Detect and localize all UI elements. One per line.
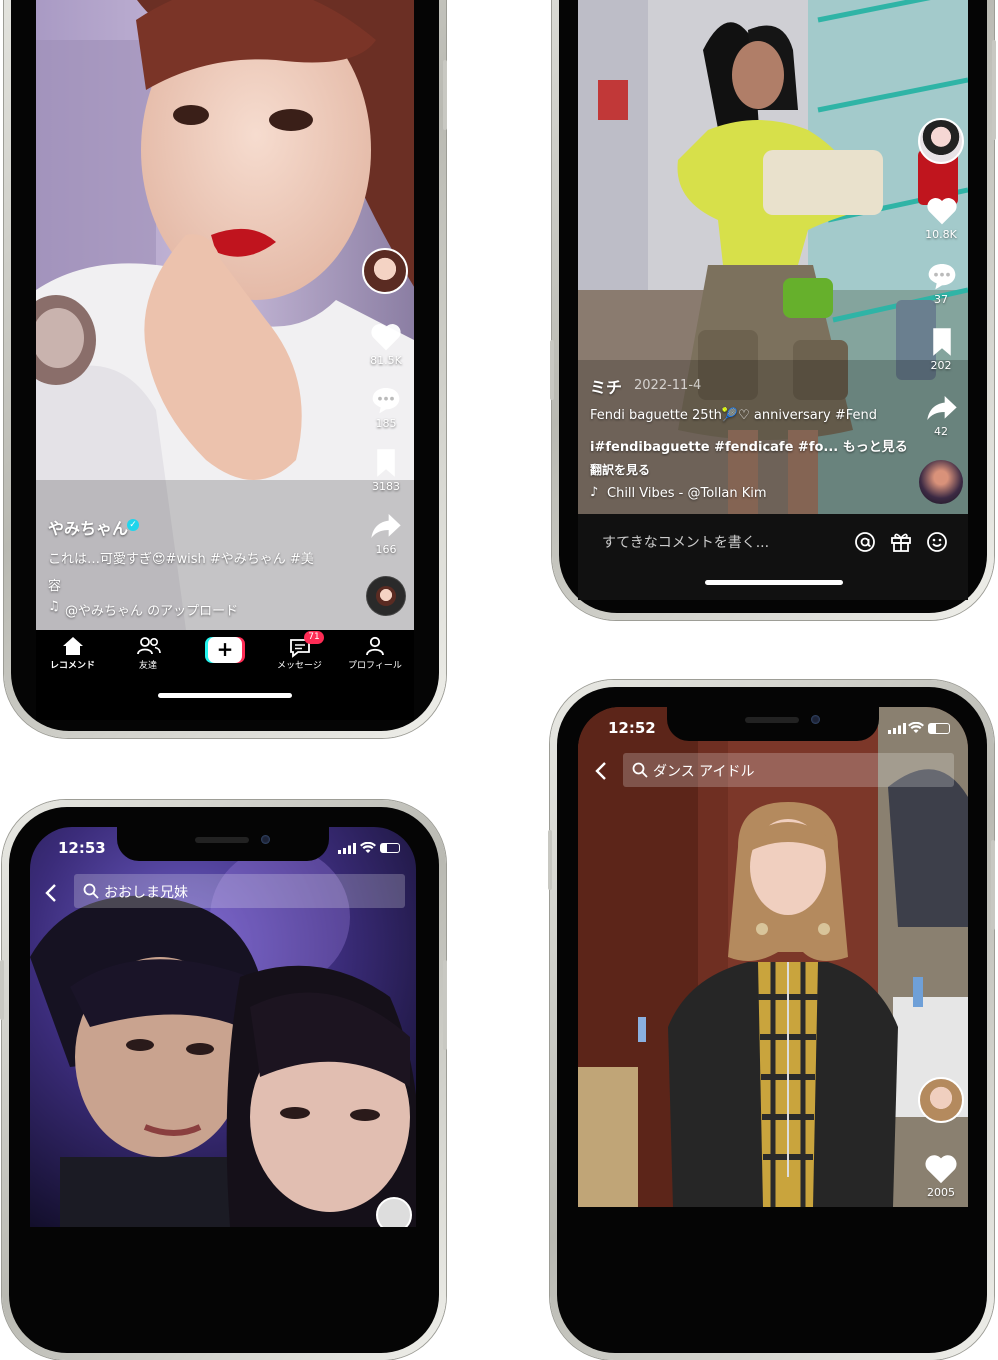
- nav-label-friends[interactable]: 友達: [139, 658, 157, 671]
- like-heart-icon[interactable]: [370, 322, 402, 352]
- friends-icon[interactable]: [137, 636, 161, 656]
- music-note-icon: ♫: [48, 599, 60, 614]
- creator-avatar[interactable]: [362, 248, 408, 294]
- home-indicator: [158, 693, 292, 698]
- messages-badge: 71: [304, 631, 324, 644]
- phone4-screen: 12:52 ダンス アイドル 2005: [578, 707, 968, 1207]
- nav-label-profile[interactable]: プロフィール: [348, 658, 402, 671]
- comment-count: 37: [934, 293, 948, 306]
- nav-label-home[interactable]: レコメンド: [50, 658, 95, 671]
- phone2-screen: 10.8K 37 202 42 ミチ 2022-11-4 Fendi bague…: [578, 0, 968, 514]
- search-query[interactable]: おおしま兄妹: [104, 882, 188, 902]
- creator-avatar[interactable]: [918, 1077, 964, 1123]
- sound-name[interactable]: @やみちゃん のアップロード: [65, 600, 238, 619]
- caption-line-2: 容: [48, 579, 62, 594]
- search-bar[interactable]: ダンス アイドル: [623, 753, 954, 787]
- comment-icon[interactable]: [926, 261, 958, 291]
- comment-input[interactable]: すてきなコメントを書く...: [602, 532, 769, 552]
- wifi-icon: [360, 842, 376, 853]
- creator-avatar[interactable]: [918, 118, 964, 164]
- comment-count: 185: [375, 417, 397, 430]
- caption-line-1: これは…可愛すぎ😍#wish #やみちゃん #美: [48, 552, 314, 567]
- nav-label-messages[interactable]: メッセージ: [277, 658, 322, 671]
- status-time: 12:53: [58, 839, 106, 857]
- gift-icon[interactable]: [890, 531, 912, 553]
- search-icon: [632, 762, 648, 778]
- bookmark-icon[interactable]: [929, 327, 955, 357]
- phone-notch: [117, 827, 329, 861]
- signal-icon: [338, 843, 356, 854]
- creator-avatar[interactable]: [376, 1197, 412, 1227]
- post-date: 2022-11-4: [634, 378, 702, 393]
- like-count: 81.5K: [370, 354, 402, 367]
- creator-name[interactable]: やみちゃん: [48, 515, 128, 539]
- caption-line-2: i#fendibaguette #fendicafe #fo... もっと見る: [590, 440, 908, 455]
- home-icon[interactable]: [62, 636, 84, 656]
- caption-line-1: Fendi baguette 25th🎾♡ anniversary #Fend: [590, 408, 878, 423]
- like-count: 10.8K: [925, 228, 957, 241]
- like-heart-icon[interactable]: [926, 196, 958, 226]
- bookmark-icon[interactable]: [373, 448, 399, 478]
- share-count: 42: [934, 425, 948, 438]
- phone3-screen: 12:53 おおしま兄妹: [30, 827, 416, 1227]
- search-icon: [83, 883, 99, 899]
- status-time: 12:52: [608, 719, 656, 737]
- music-disc-icon[interactable]: [367, 577, 405, 615]
- wifi-icon: [908, 722, 924, 733]
- music-disc-icon[interactable]: [919, 460, 963, 504]
- battery-icon: [380, 843, 400, 853]
- bottom-nav-bar: レコメンド 友達 + 71 メッセージ プロフィール: [36, 630, 414, 720]
- battery-icon: [928, 723, 950, 734]
- translate-link[interactable]: 翻訳を見る: [590, 461, 650, 478]
- signal-icon: [888, 723, 906, 734]
- sound-name[interactable]: Chill Vibes - @Tollan Kim: [607, 486, 767, 501]
- back-chevron-icon[interactable]: [594, 761, 608, 781]
- music-note-icon: ♪: [590, 485, 599, 500]
- create-plus-button[interactable]: +: [205, 637, 245, 663]
- phone-notch: [667, 707, 879, 741]
- mention-icon[interactable]: [854, 531, 876, 553]
- back-chevron-icon[interactable]: [44, 883, 58, 903]
- emoji-icon[interactable]: [926, 531, 948, 553]
- comment-icon[interactable]: [370, 385, 402, 415]
- profile-icon[interactable]: [365, 636, 385, 656]
- share-arrow-icon[interactable]: [370, 512, 402, 540]
- like-count: 2005: [927, 1186, 955, 1199]
- phone1-screen: 81.5K 185 3183 166 やみちゃん ✓ これは…可愛すぎ😍#wis…: [36, 0, 414, 630]
- share-count: 166: [375, 543, 397, 556]
- share-arrow-icon[interactable]: [926, 394, 958, 422]
- verified-badge-icon: ✓: [127, 519, 139, 531]
- creator-name[interactable]: ミチ: [590, 374, 622, 398]
- home-indicator: [705, 580, 843, 585]
- save-count: 3183: [372, 480, 400, 493]
- comment-bar: すてきなコメントを書く...: [578, 514, 968, 600]
- plus-icon: +: [208, 637, 242, 663]
- like-heart-icon[interactable]: [924, 1153, 958, 1185]
- save-count: 202: [930, 359, 952, 372]
- search-query[interactable]: ダンス アイドル: [653, 761, 754, 781]
- search-bar[interactable]: おおしま兄妹: [74, 874, 405, 908]
